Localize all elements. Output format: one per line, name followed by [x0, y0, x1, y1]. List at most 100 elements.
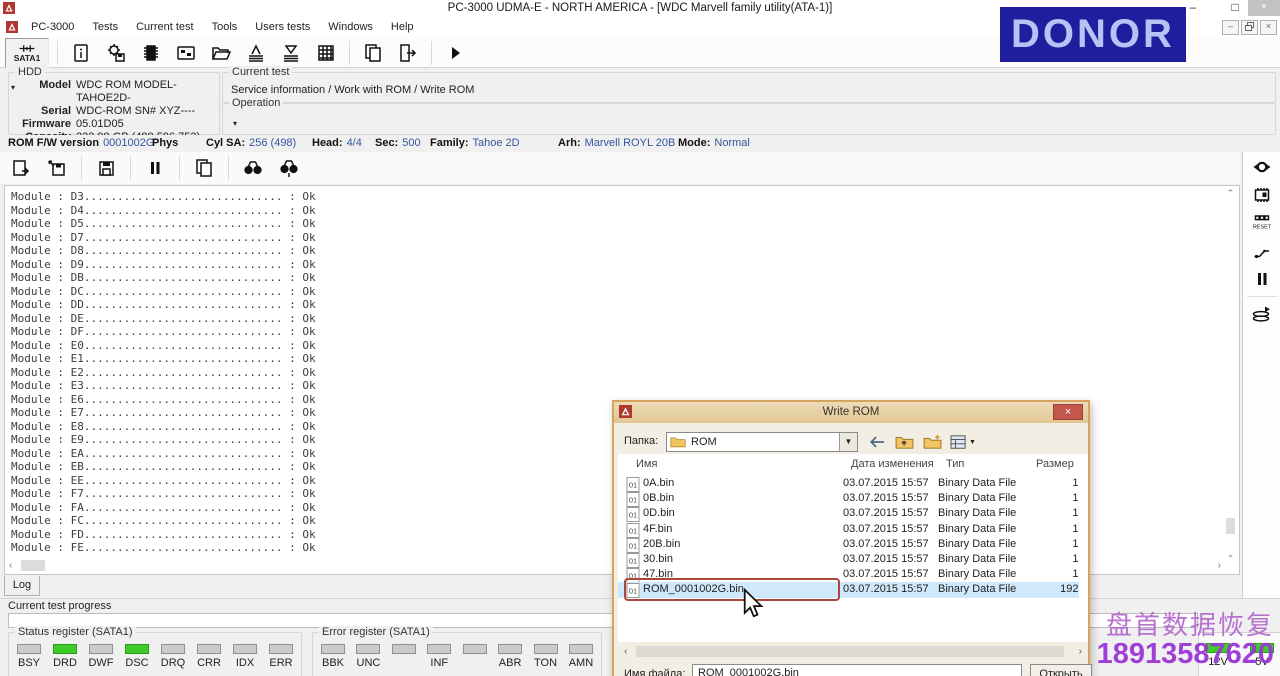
new-folder-button[interactable]: [920, 432, 945, 452]
toolbar-separator: [179, 156, 180, 180]
watermark-text: 盘首数据恢复: [1105, 610, 1274, 640]
save-log-button[interactable]: [91, 155, 121, 181]
file-row[interactable]: 01 0D.bin 03.07.2015 15:57 Binary Data File…: [618, 506, 1079, 523]
dialog-horizontal-scrollbar[interactable]: ‹ ›: [622, 645, 1084, 658]
log-vertical-scrollbar[interactable]: ⌃ ⌄: [1224, 188, 1237, 560]
toolbar-separator: [81, 156, 82, 180]
current-test-value: Service information / Work with ROM / Wr…: [231, 84, 475, 96]
file-row[interactable]: 01 0A.bin 03.07.2015 15:57 Binary Data File…: [618, 476, 1079, 492]
operation-dropdown-icon[interactable]: ▾: [233, 119, 237, 128]
hdd-field-serial: Serial WDC-ROM SN# XYZ----: [9, 105, 219, 118]
service-gear-button[interactable]: [101, 40, 131, 66]
led-dwf: DWF: [88, 644, 114, 669]
filename-label: Имя файла:: [624, 668, 686, 676]
sector-grid-button[interactable]: [311, 40, 341, 66]
folder-dropdown-button[interactable]: ▼: [839, 433, 857, 451]
column-size[interactable]: Размер: [1036, 458, 1074, 470]
utility-start-button[interactable]: [241, 40, 271, 66]
menu-item-current-test[interactable]: Current test: [127, 17, 202, 38]
log-line: Module : DE.............................…: [11, 311, 316, 325]
open-log-icon: [13, 160, 30, 176]
open-button[interactable]: Открыть: [1030, 664, 1092, 676]
hex-toggle-button[interactable]: [1247, 154, 1277, 180]
copy-pages-button[interactable]: [358, 40, 388, 66]
column-date[interactable]: Дата изменения: [851, 458, 934, 470]
binary-file-icon: 01: [626, 477, 640, 492]
menu-item-tests[interactable]: Tests: [83, 17, 127, 38]
log-line: Module : DB.............................…: [11, 271, 316, 284]
dialog-scroll-right-icon[interactable]: ›: [1079, 645, 1082, 658]
file-row[interactable]: 01 30.bin 03.07.2015 15:57 Binary Data File…: [618, 552, 1079, 568]
file-row[interactable]: 01 0B.bin 03.07.2015 15:57 Binary Data File…: [618, 491, 1079, 508]
column-name[interactable]: Имя: [636, 458, 657, 470]
save-log-special-button[interactable]: [42, 155, 72, 181]
toolbar-separator: [349, 40, 350, 65]
menu-item-pc-3000[interactable]: PC-3000: [22, 17, 83, 38]
folder-combobox-value: ROM: [691, 436, 717, 448]
hdd-field-firmware: Firmware 05.01D05: [9, 118, 219, 131]
file-size: 1 К: [1072, 537, 1079, 550]
folder-row: Папка: ROM ▼ ▼: [614, 431, 1088, 453]
find-next-button[interactable]: [274, 155, 304, 181]
operation-panel: Operation ▾: [222, 97, 1276, 135]
find-button[interactable]: [238, 155, 268, 181]
sata1-port-button[interactable]: SATA1: [5, 37, 49, 68]
copy-pages-button[interactable]: [189, 155, 219, 181]
hdd-field-value: WDC ROM MODEL-TAHOE2D-: [76, 79, 177, 104]
close-button[interactable]: ×: [1248, 0, 1280, 16]
mdi-restore-button[interactable]: [1241, 20, 1258, 35]
folder-open-button[interactable]: [206, 40, 236, 66]
scroll-up-icon[interactable]: ⌃: [1224, 188, 1237, 199]
led-label: TON: [534, 657, 558, 669]
info-label: Mode:: [678, 137, 711, 149]
menu-item-tools[interactable]: Tools: [203, 17, 247, 38]
donor-badge: DONOR: [1000, 7, 1186, 62]
up-folder-button[interactable]: [892, 432, 917, 452]
file-row[interactable]: 01 20B.bin 03.07.2015 15:57 Binary Data Fil…: [618, 537, 1079, 553]
led-bsy: BSY: [16, 644, 42, 669]
menu-item-users-tests[interactable]: Users tests: [246, 17, 319, 38]
toolbar-separator: [228, 156, 229, 180]
views-button[interactable]: ▼: [948, 432, 978, 452]
exit-button[interactable]: [393, 40, 423, 66]
info-label: ROM F/W version: [8, 137, 100, 149]
open-log-button[interactable]: [6, 155, 36, 181]
relay-button[interactable]: [1247, 238, 1277, 264]
scroll-right-icon[interactable]: ›: [1218, 559, 1221, 572]
led-amn: AMN: [568, 644, 594, 669]
more-tools-button[interactable]: [440, 40, 470, 66]
filter-button[interactable]: [276, 40, 306, 66]
log-line: Module : D9.............................…: [11, 257, 316, 271]
file-row[interactable]: 01 4F.bin 03.07.2015 15:57 Binary Data File…: [618, 522, 1079, 538]
menu-item-help[interactable]: Help: [382, 17, 423, 38]
test-card-button[interactable]: [171, 40, 201, 66]
mdi-minimize-button[interactable]: –: [1222, 20, 1239, 35]
reset-button[interactable]: RESET: [1247, 210, 1277, 236]
back-button[interactable]: [864, 432, 889, 452]
mdi-close-button[interactable]: ×: [1260, 20, 1277, 35]
pause-button[interactable]: [1247, 266, 1277, 292]
mouse-cursor: [740, 588, 766, 620]
dialog-close-button[interactable]: ×: [1053, 404, 1083, 420]
scroll-down-icon[interactable]: ⌄: [1224, 549, 1237, 560]
rom-chip-button[interactable]: [1247, 182, 1277, 208]
column-type[interactable]: Тип: [946, 458, 964, 470]
hdd-run-icon: [1252, 306, 1270, 322]
menu-item-windows[interactable]: Windows: [319, 17, 382, 38]
folder-combobox[interactable]: ROM ▼: [666, 432, 858, 452]
file-date: 03.07.2015 15:57: [843, 477, 929, 489]
chip-button[interactable]: [136, 40, 166, 66]
led-drd: DRD: [52, 644, 78, 669]
dialog-scroll-left-icon[interactable]: ‹: [624, 645, 627, 658]
horizontal-scroll-thumb[interactable]: [21, 560, 45, 571]
file-type: Binary Data File: [938, 522, 1017, 535]
tab-log[interactable]: Log: [4, 576, 40, 596]
pause-button[interactable]: [140, 155, 170, 181]
filename-input[interactable]: ROM_0001002G.bin: [692, 664, 1022, 676]
hdd-run-button[interactable]: [1247, 301, 1277, 327]
drive-passport-button[interactable]: [66, 40, 96, 66]
dialog-scroll-thumb[interactable]: [636, 646, 1064, 657]
scroll-left-icon[interactable]: ‹: [9, 559, 12, 572]
maximize-button[interactable]: □: [1224, 0, 1246, 16]
vertical-scroll-thumb[interactable]: [1226, 518, 1235, 534]
